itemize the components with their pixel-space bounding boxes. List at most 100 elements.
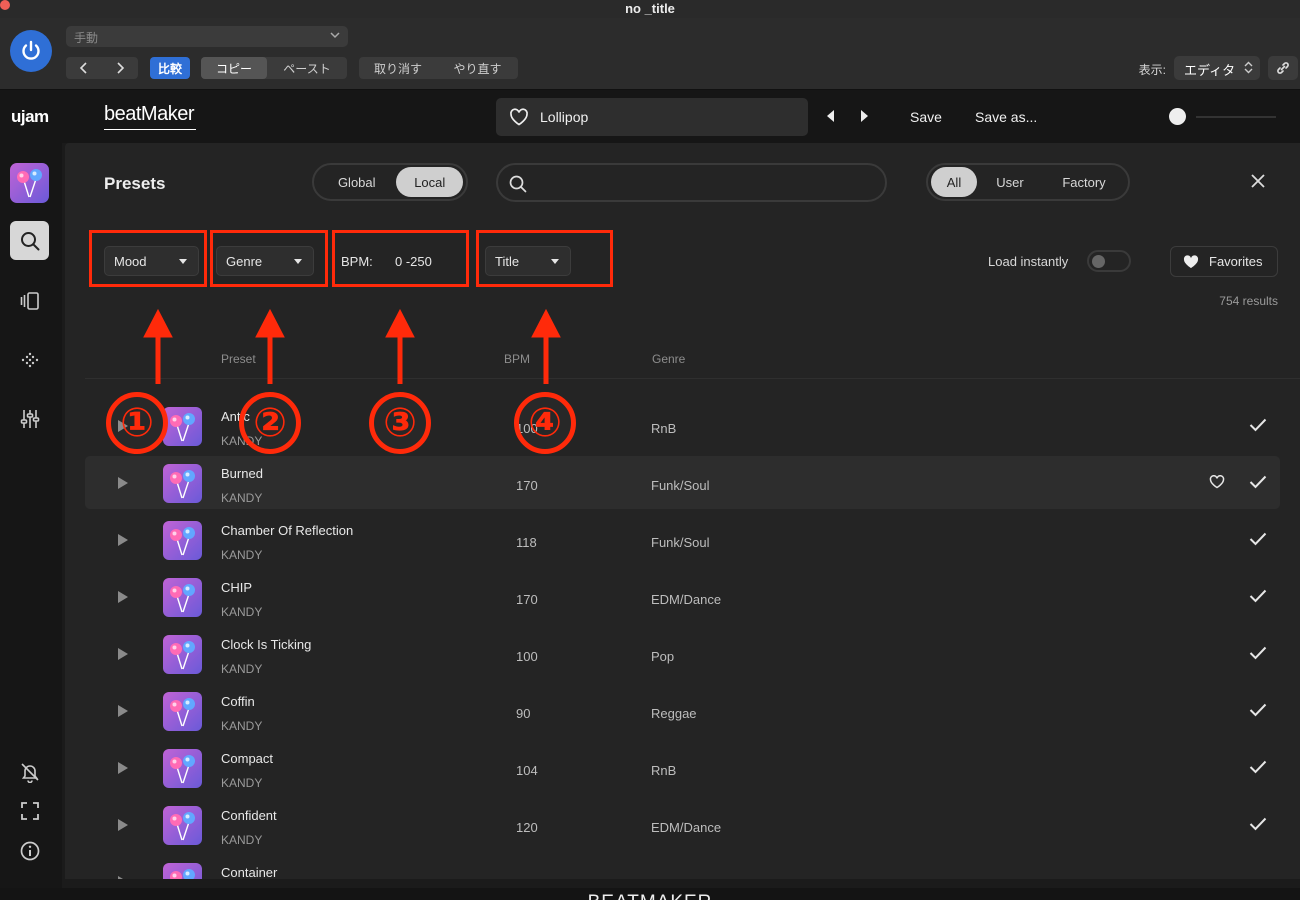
sidebar (0, 143, 62, 888)
table-row[interactable]: CHIP KANDY 170 EDM/Dance (85, 570, 1280, 623)
column-header-genre[interactable]: Genre (652, 352, 685, 366)
undo-button[interactable]: 取り消す (359, 57, 437, 79)
sort-dropdown[interactable]: Title (485, 246, 571, 276)
window-titlebar: no _title (0, 0, 1300, 18)
lollipop-icon (170, 641, 195, 670)
redo-button[interactable]: やり直す (437, 57, 518, 79)
genre-filter-dropdown[interactable]: Genre (216, 246, 314, 276)
sidebar-item-fullscreen[interactable] (10, 791, 49, 830)
column-header-bpm[interactable]: BPM (504, 352, 530, 366)
preset-thumbnail (163, 749, 202, 788)
current-preset-name: Lollipop (540, 109, 589, 125)
header-divider (85, 378, 1300, 379)
sidebar-item-grid[interactable] (10, 340, 49, 379)
view-select-value: エディタ (1184, 63, 1236, 78)
check-icon (1249, 532, 1267, 546)
heart-outline-icon[interactable] (509, 108, 529, 126)
preset-name: Confident (221, 808, 277, 823)
preset-search (496, 163, 887, 202)
table-row[interactable]: Clock Is Ticking KANDY 100 Pop (85, 627, 1280, 680)
table-row[interactable]: Compact KANDY 104 RnB (85, 741, 1280, 794)
next-button[interactable] (102, 57, 138, 79)
play-preview-button[interactable] (118, 534, 128, 546)
tab-user[interactable]: User (977, 167, 1043, 197)
play-preview-button[interactable] (118, 762, 128, 774)
tab-factory[interactable]: Factory (1043, 167, 1125, 197)
preset-author: KANDY (221, 719, 263, 733)
preset-thumbnail (163, 521, 202, 560)
preset-genre: Funk/Soul (651, 478, 710, 493)
tab-global[interactable]: Global (317, 167, 396, 197)
caret-down-icon (551, 259, 559, 264)
caret-down-icon (294, 259, 302, 264)
table-row[interactable]: Antic KANDY 100 RnB (85, 399, 1280, 452)
preset-bpm: 90 (516, 706, 531, 721)
preset-genre: EDM/Dance (651, 592, 722, 607)
play-preview-button[interactable] (118, 648, 128, 660)
table-row[interactable]: Burned KANDY 170 Funk/Soul (85, 456, 1280, 509)
check-icon (1249, 418, 1267, 432)
lollipop-icon (170, 755, 195, 784)
play-preview-button[interactable] (118, 420, 128, 432)
power-icon (22, 40, 40, 60)
table-row[interactable]: Container (85, 855, 1280, 879)
sidebar-item-info[interactable] (10, 831, 49, 870)
play-preview-button[interactable] (118, 819, 128, 831)
prev-preset-icon[interactable] (827, 110, 835, 122)
preset-thumbnail (163, 464, 202, 503)
table-row[interactable]: Chamber Of Reflection KANDY 118 Funk/Soul (85, 513, 1280, 566)
caret-down-icon (179, 259, 187, 264)
mood-filter-dropdown[interactable]: Mood (104, 246, 199, 276)
tab-all[interactable]: All (931, 167, 977, 197)
chevron-right-icon (117, 62, 125, 74)
automation-mode-select[interactable]: 手動 (66, 26, 348, 47)
play-preview-button[interactable] (118, 876, 128, 879)
lollipop-icon (17, 169, 42, 198)
close-icon[interactable] (1250, 173, 1266, 189)
power-button[interactable] (10, 30, 52, 72)
preset-author: KANDY (221, 548, 263, 562)
play-preview-button[interactable] (118, 705, 128, 717)
save-as-button[interactable]: Save as... (975, 109, 1037, 125)
paste-button[interactable]: ペースト (267, 57, 347, 79)
location-toggle: Global Local (312, 163, 468, 201)
sidebar-item-mixer[interactable] (10, 399, 49, 438)
next-preset-icon[interactable] (860, 110, 868, 122)
preset-genre: RnB (651, 421, 677, 436)
host-toolbar: 手動 比較 コピー ペースト 取り消す やり直す 表示: エディタ (0, 18, 1300, 90)
fullscreen-icon (20, 801, 39, 820)
favorites-button[interactable]: Favorites (1170, 246, 1278, 277)
volume-track (1196, 116, 1276, 118)
table-row[interactable]: Confident KANDY 120 EDM/Dance (85, 798, 1280, 851)
favorite-toggle[interactable] (1209, 474, 1225, 494)
prev-button[interactable] (66, 57, 102, 79)
undo-redo-group: 取り消す やり直す (359, 57, 518, 79)
view-select[interactable]: エディタ (1174, 56, 1260, 80)
save-button[interactable]: Save (910, 109, 942, 125)
search-input[interactable] (538, 173, 868, 193)
tab-local[interactable]: Local (396, 167, 463, 197)
lollipop-icon (170, 527, 195, 556)
current-preset-display[interactable]: Lollipop (496, 98, 808, 136)
play-preview-button[interactable] (118, 477, 128, 489)
sidebar-item-notifications[interactable] (10, 752, 49, 791)
master-volume-knob[interactable] (1169, 108, 1186, 125)
preset-name: Antic (221, 409, 250, 424)
sidebar-item-search[interactable] (10, 221, 49, 260)
sidebar-item-patterns[interactable] (10, 281, 49, 320)
preset-name: Clock Is Ticking (221, 637, 312, 652)
table-row[interactable]: Coffin KANDY 90 Reggae (85, 684, 1280, 737)
check-icon (1249, 646, 1267, 660)
compare-button[interactable]: 比較 (150, 57, 190, 79)
column-header-preset[interactable]: Preset (221, 352, 256, 366)
link-button[interactable] (1268, 56, 1298, 80)
preset-genre: RnB (651, 763, 677, 778)
play-preview-button[interactable] (118, 591, 128, 603)
check-icon (1249, 475, 1267, 489)
lollipop-icon (170, 812, 195, 841)
copy-button[interactable]: コピー (201, 57, 267, 79)
load-instantly-toggle[interactable] (1087, 250, 1131, 272)
loaded-check (1249, 703, 1267, 722)
instrument-thumbnail[interactable] (10, 163, 49, 203)
bpm-range-input[interactable]: 0 -250 (395, 254, 432, 269)
